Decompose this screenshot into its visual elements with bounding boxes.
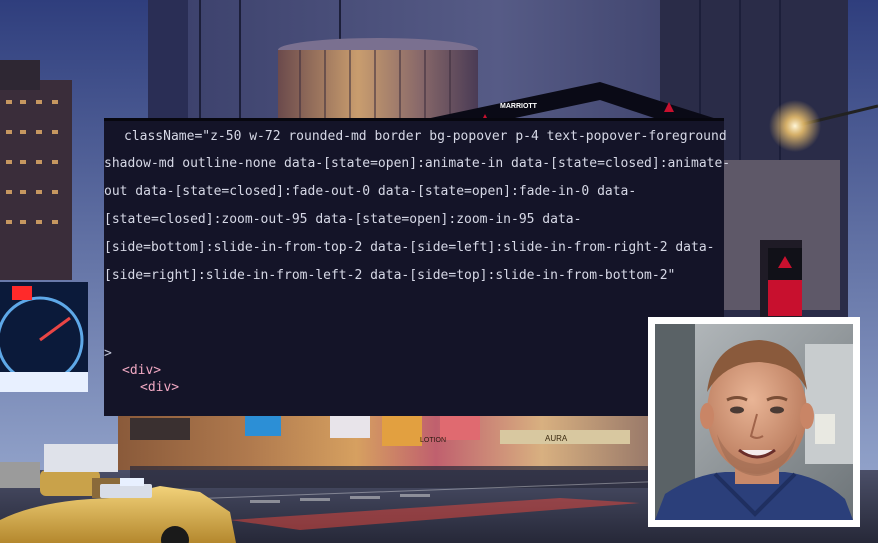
code-billboard-screen: className="z-50 w-72 rounded-md border b… <box>104 118 730 416</box>
code-tag-inner: <div> <box>140 380 180 395</box>
left-building <box>0 60 72 280</box>
code-line-4: [state=closed]:zoom-out-95 data-[state=o… <box>104 212 582 227</box>
code-line-6: [side=right]:slide-in-from-left-2 data-[… <box>104 268 676 283</box>
code-line-3: out data-[state=closed]:fade-out-0 data-… <box>104 184 637 199</box>
aura-sign: AURA <box>545 434 568 443</box>
code-line-1: className="z-50 w-72 rounded-md border b… <box>124 129 727 144</box>
left-billboard <box>0 282 88 392</box>
marriott-marquis-logo-2: MARRIOTT <box>500 103 538 110</box>
code-line-2: shadow-md outline-none data-[state=open]… <box>104 156 731 171</box>
lotion-sign: LOTION <box>420 437 446 444</box>
person-portrait <box>655 324 853 520</box>
code-line-5: [side=bottom]:slide-in-from-top-2 data-[… <box>104 240 715 255</box>
code-tag-outer: <div> <box>122 363 162 378</box>
webcam-overlay <box>648 317 860 527</box>
vertical-marriott-sign <box>768 248 802 316</box>
code-prompt: > <box>104 346 112 361</box>
